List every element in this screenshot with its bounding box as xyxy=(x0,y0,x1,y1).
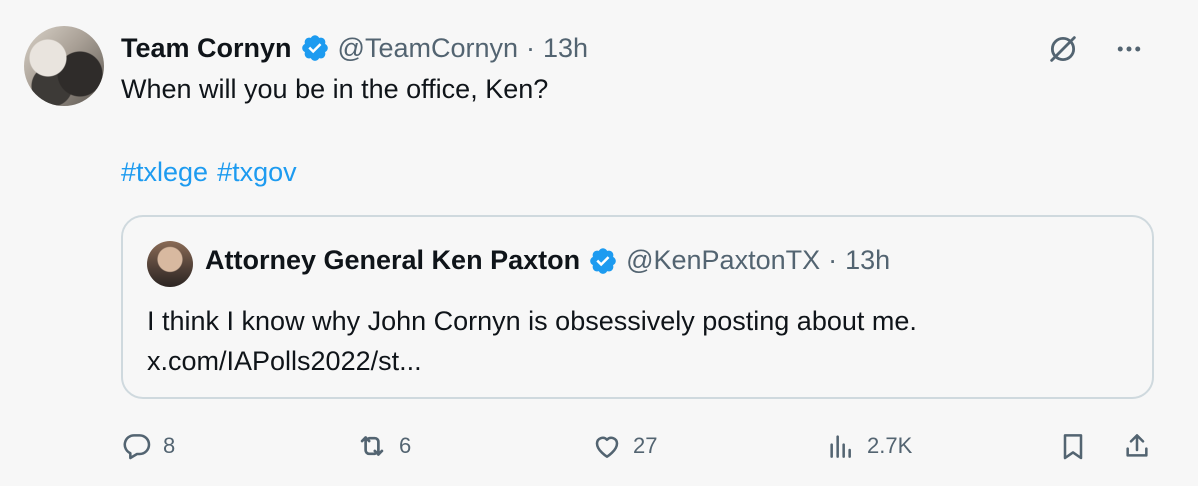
like-icon xyxy=(591,430,623,462)
verified-badge-icon xyxy=(300,33,330,63)
reply-count: 8 xyxy=(163,433,176,458)
quote-author-name[interactable]: Attorney General Ken Paxton xyxy=(205,245,580,276)
repost-count: 6 xyxy=(399,433,412,458)
avatar[interactable] xyxy=(24,26,104,106)
quote-timestamp[interactable]: 13h xyxy=(845,245,890,276)
quote-link[interactable]: x.com/IAPolls2022/st... xyxy=(147,341,917,381)
repost-button[interactable]: 6 xyxy=(355,424,411,468)
reply-icon xyxy=(121,430,153,462)
like-button[interactable]: 27 xyxy=(591,424,657,468)
tweet-text: When will you be in the office, Ken? xyxy=(121,74,549,104)
reply-button[interactable]: 8 xyxy=(121,424,175,468)
share-button[interactable] xyxy=(1121,424,1153,468)
views-count: 2.7K xyxy=(867,433,913,458)
more-icon[interactable] xyxy=(1110,30,1148,68)
like-count: 27 xyxy=(633,433,658,458)
hashtag-link[interactable]: #txlege xyxy=(121,157,208,187)
timestamp[interactable]: 13h xyxy=(543,33,588,64)
action-bar: 8 6 27 2.7K xyxy=(121,424,1161,468)
grok-icon[interactable] xyxy=(1044,30,1082,68)
views-icon xyxy=(825,430,857,462)
top-actions xyxy=(1044,30,1148,68)
quoted-tweet[interactable]: Attorney General Ken Paxton @KenPaxtonTX… xyxy=(121,215,1154,399)
quote-avatar[interactable] xyxy=(147,241,193,287)
author-name[interactable]: Team Cornyn xyxy=(121,33,292,64)
separator-dot: · xyxy=(526,32,536,63)
quote-text: I think I know why John Cornyn is obsess… xyxy=(147,301,917,381)
quote-text-line: I think I know why John Cornyn is obsess… xyxy=(147,306,917,336)
separator-dot: · xyxy=(828,245,838,275)
share-icon xyxy=(1121,430,1153,462)
quote-header: Attorney General Ken Paxton @KenPaxtonTX… xyxy=(205,245,890,276)
tweet-header: Team Cornyn @TeamCornyn · 13h xyxy=(121,28,588,68)
repost-icon xyxy=(355,429,389,463)
bookmark-icon xyxy=(1057,430,1089,462)
author-handle[interactable]: @TeamCornyn xyxy=(338,33,518,64)
hashtags: #txlege #txgov xyxy=(121,153,306,191)
bookmark-button[interactable] xyxy=(1057,424,1089,468)
views-button[interactable]: 2.7K xyxy=(825,424,912,468)
verified-badge-icon xyxy=(588,246,618,276)
hashtag-link[interactable]: #txgov xyxy=(217,157,297,187)
quote-author-handle[interactable]: @KenPaxtonTX xyxy=(626,245,820,276)
